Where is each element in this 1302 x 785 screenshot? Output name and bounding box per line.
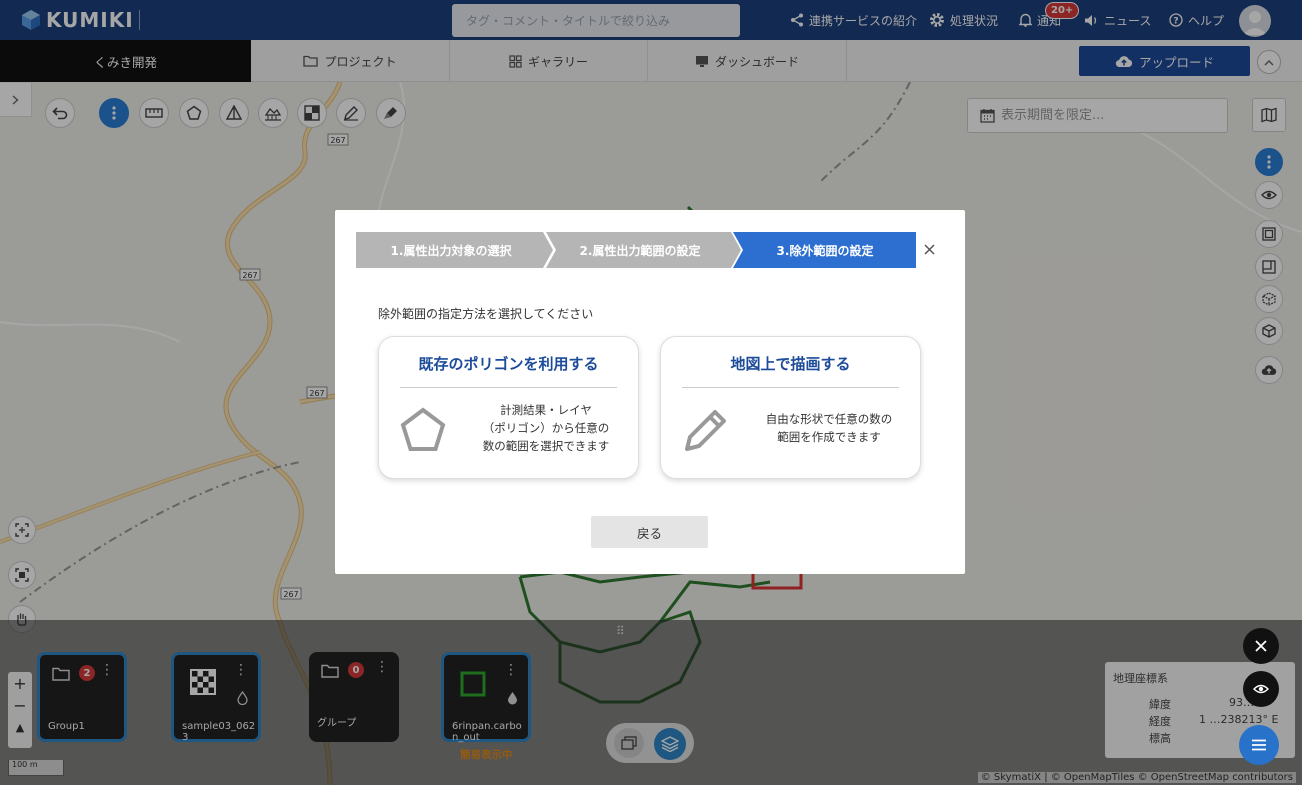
option-description: 計測結果・レイヤ （ポリゴン）から任意の 数の範囲を選択できます [471, 401, 621, 455]
main-menu-button[interactable] [1239, 725, 1279, 765]
option-desc-line: （ポリゴン）から任意の [482, 421, 610, 435]
step-3-active: 3.除外範囲の設定 [776, 243, 874, 258]
option-title: 地図上で描画する [730, 355, 851, 373]
option-description: 自由な形状で任意の数の 範囲を作成できます [749, 410, 909, 446]
use-existing-polygon-option[interactable]: 既存のポリゴンを利用する 計測結果・レイヤ （ポリゴン）から任意の 数の範囲を選… [378, 336, 639, 479]
eye-icon [1253, 684, 1269, 694]
exclusion-range-dialog: 1.属性出力対象の選択 2.属性出力範囲の設定 3.除外範囲の設定 除外範囲の指… [335, 210, 965, 574]
pentagon-icon [400, 407, 446, 451]
step-2: 2.属性出力範囲の設定 [579, 243, 701, 258]
option-desc-line: 自由な形状で任意の数の [765, 412, 893, 426]
option-desc-line: 数の範囲を選択できます [482, 439, 610, 453]
step-indicator: 1.属性出力対象の選択 2.属性出力範囲の設定 3.除外範囲の設定 [356, 232, 916, 268]
option-desc-line: 計測結果・レイヤ [500, 403, 592, 417]
option-divider [400, 387, 617, 388]
step-1: 1.属性出力対象の選択 [390, 243, 512, 258]
option-divider [682, 387, 899, 388]
draw-on-map-option[interactable]: 地図上で描画する 自由な形状で任意の数の 範囲を作成できます [660, 336, 921, 479]
close-icon [1255, 640, 1267, 652]
close-icon [923, 243, 935, 255]
option-desc-line: 範囲を作成できます [777, 430, 881, 444]
hamburger-icon [1252, 739, 1266, 751]
option-title: 既存のポリゴンを利用する [418, 355, 599, 373]
dialog-prompt: 除外範囲の指定方法を選択してください [378, 307, 594, 321]
pencil-icon [685, 410, 726, 451]
back-button[interactable]: 戻る [591, 516, 708, 548]
toggle-visibility-button[interactable] [1243, 671, 1279, 707]
dialog-close-button[interactable] [921, 241, 937, 257]
close-panel-button[interactable] [1243, 628, 1279, 664]
